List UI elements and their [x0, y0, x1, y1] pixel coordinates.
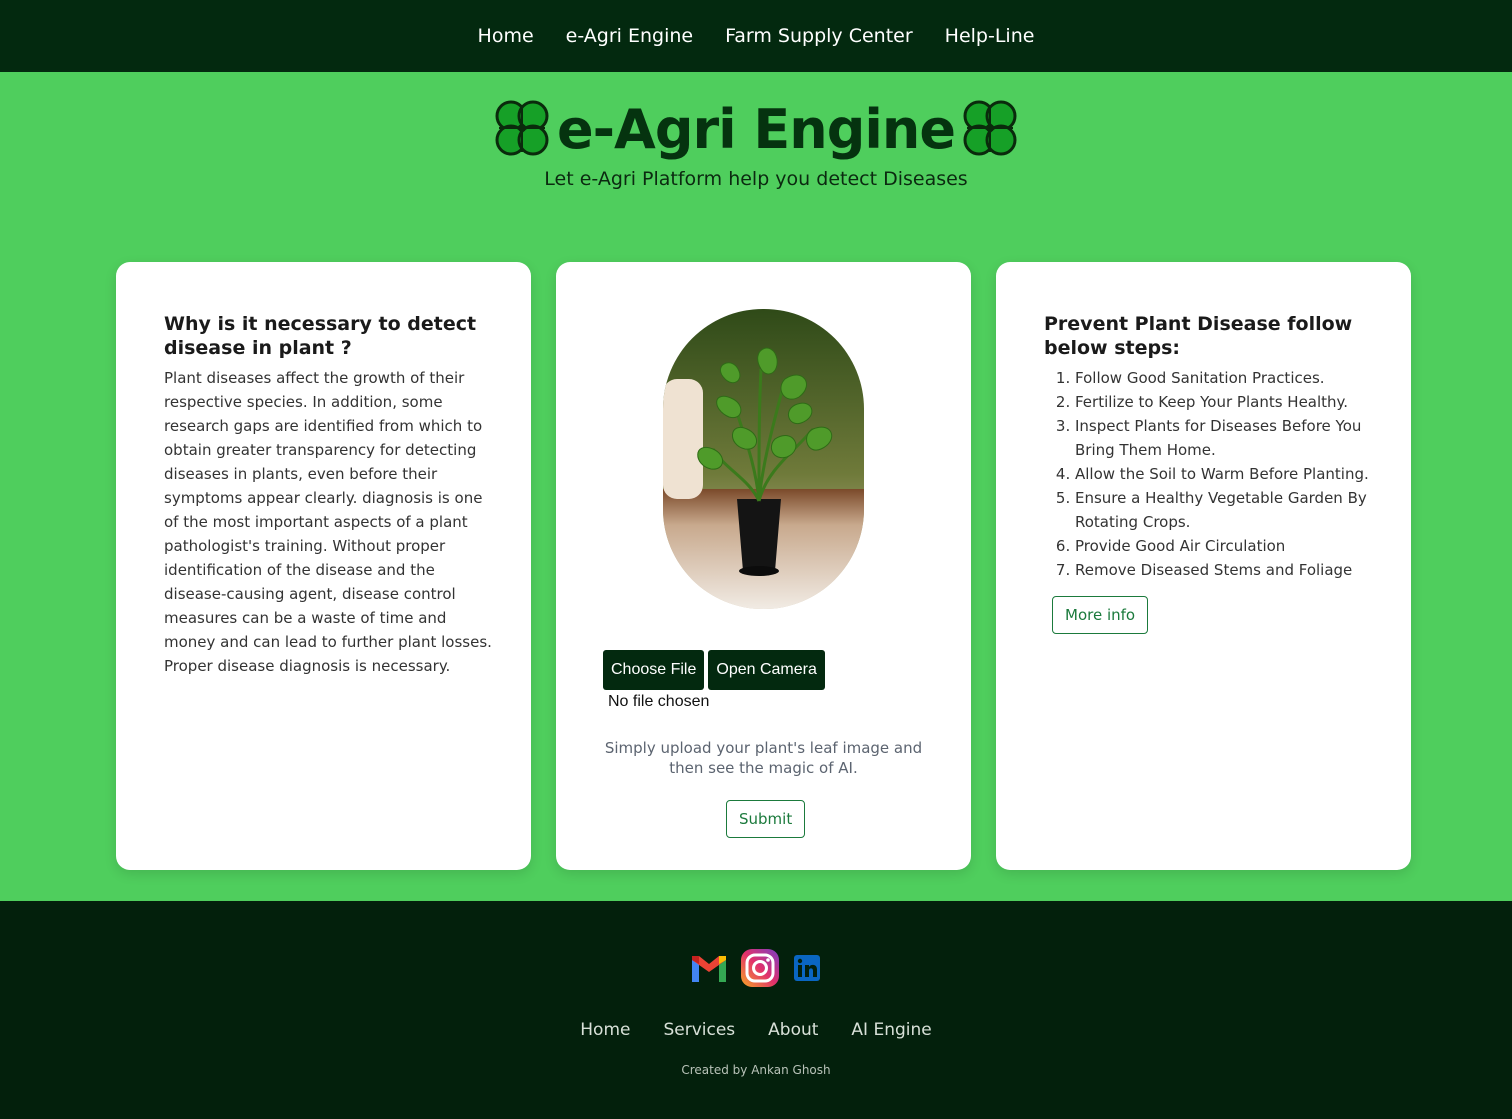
credit-text: Created by Ankan Ghosh [681, 1063, 831, 1077]
footer-nav: Home Services About AI Engine [0, 1020, 1512, 1040]
choose-file-button[interactable]: Choose File [603, 650, 705, 690]
submit-button[interactable]: Submit [726, 800, 806, 838]
tagline: Let e-Agri Platform help you detect Dise… [544, 168, 968, 190]
footer-home-link[interactable]: Home [580, 1020, 630, 1040]
list-item: Provide Good Air Circulation [1075, 534, 1374, 558]
footer-services-link[interactable]: Services [663, 1020, 735, 1040]
open-camera-button[interactable]: Open Camera [708, 650, 825, 690]
prevention-steps: Follow Good Sanitation Practices. Fertil… [1044, 366, 1374, 582]
clover-icon [963, 100, 1017, 156]
instagram-icon[interactable] [739, 947, 781, 989]
why-detect-text: Plant diseases affect the growth of thei… [164, 369, 492, 675]
file-controls: Choose File Open Camera [603, 650, 825, 690]
why-detect-card: Why is it necessary to detect disease in… [116, 262, 531, 870]
file-status: No file chosen [608, 693, 710, 710]
upload-hint: Simply upload your plant's leaf image an… [604, 739, 923, 777]
page-title: e-Agri Engine [557, 97, 956, 161]
linkedin-icon[interactable] [791, 952, 823, 984]
top-navbar: Home e-Agri Engine Farm Supply Center He… [0, 0, 1512, 72]
nav-eagri-engine-link[interactable]: e-Agri Engine [566, 25, 693, 47]
clover-icon [495, 100, 549, 156]
social-links [0, 947, 1512, 989]
list-item: Fertilize to Keep Your Plants Healthy. [1075, 390, 1374, 414]
prevention-card: Prevent Plant Disease follow below steps… [996, 262, 1411, 870]
list-item: Remove Diseased Stems and Foliage [1075, 558, 1374, 582]
nav-farm-supply-link[interactable]: Farm Supply Center [725, 25, 913, 47]
prevention-heading: Prevent Plant Disease follow below steps… [1044, 313, 1353, 359]
footer-about-link[interactable]: About [768, 1020, 818, 1040]
list-item: Inspect Plants for Diseases Before You B… [1075, 414, 1374, 462]
hero-section: e-Agri Engine Let e-Agri Platform help y… [0, 72, 1512, 232]
list-item: Allow the Soil to Warm Before Planting. [1075, 462, 1374, 486]
list-item: Follow Good Sanitation Practices. [1075, 366, 1374, 390]
nav-home-link[interactable]: Home [478, 25, 534, 47]
more-info-button[interactable]: More info [1052, 596, 1149, 634]
upload-card: Choose File Open Camera No file chosen S… [556, 262, 971, 870]
nav-helpline-link[interactable]: Help-Line [945, 25, 1035, 47]
list-item: Ensure a Healthy Vegetable Garden By Rot… [1075, 486, 1374, 534]
why-detect-heading: Why is it necessary to detect disease in… [164, 313, 477, 359]
gmail-icon[interactable] [689, 952, 729, 984]
plant-image [663, 309, 864, 609]
brand: e-Agri Engine [0, 96, 1512, 162]
footer-ai-engine-link[interactable]: AI Engine [851, 1020, 931, 1040]
footer: Home Services About AI Engine Created by… [0, 901, 1512, 1119]
